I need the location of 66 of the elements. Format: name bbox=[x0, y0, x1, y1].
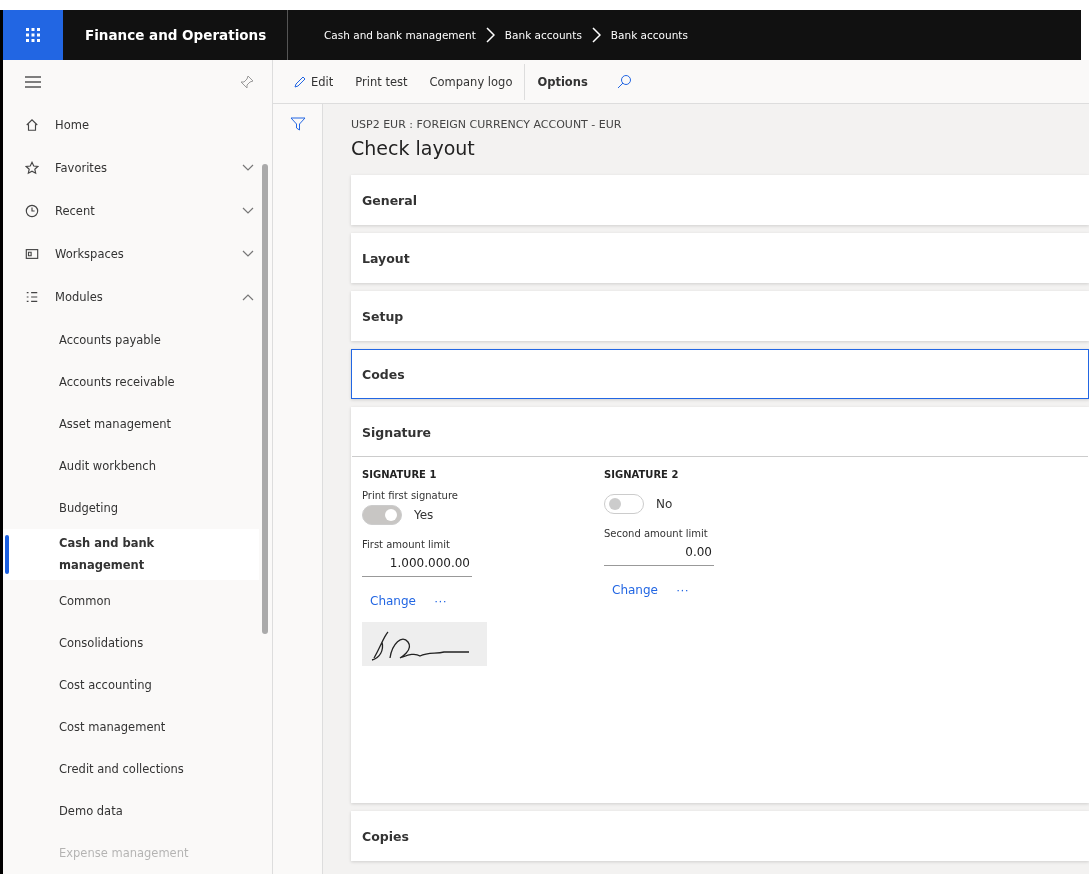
group-heading: SIGNATURE 2 bbox=[604, 469, 679, 480]
toolbar-button[interactable]: Options bbox=[527, 70, 598, 93]
menu-icon[interactable] bbox=[25, 75, 41, 88]
module-link[interactable]: Consolidations bbox=[3, 622, 259, 664]
nav-item[interactable]: Recent bbox=[55, 204, 226, 218]
workspace-icon bbox=[25, 247, 39, 262]
record-subtitle: USP2 EUR : FOREIGN CURRENCY ACCOUNT - EUR bbox=[351, 118, 623, 131]
more-button[interactable]: ··· bbox=[675, 582, 689, 597]
group-heading: SIGNATURE 1 bbox=[362, 469, 437, 480]
chevron-right-icon bbox=[485, 27, 495, 43]
app-launcher-button[interactable] bbox=[3, 10, 63, 60]
toolbar-button[interactable]: Edit bbox=[283, 70, 344, 93]
grid-icon bbox=[26, 28, 40, 42]
pencil-icon bbox=[293, 74, 307, 89]
chevron-down-icon[interactable] bbox=[242, 163, 254, 172]
module-link[interactable]: Demo data bbox=[3, 790, 259, 832]
chevron-up-icon[interactable] bbox=[242, 293, 254, 302]
field-label: Print first signature bbox=[362, 490, 458, 501]
nav-item[interactable]: Home bbox=[55, 117, 254, 132]
module-link[interactable]: Cash and bank management bbox=[3, 528, 259, 580]
module-link[interactable]: Accounts receivable bbox=[3, 360, 259, 403]
scrollbar[interactable] bbox=[262, 164, 268, 634]
module-link[interactable]: Cost management bbox=[3, 706, 259, 748]
toggle-switch[interactable] bbox=[604, 494, 644, 514]
filter-icon[interactable] bbox=[289, 116, 306, 132]
toggle-value: No bbox=[656, 497, 673, 511]
amount-field[interactable]: 0.00 bbox=[604, 539, 714, 566]
section-header[interactable]: Signature bbox=[352, 408, 1088, 456]
nav-item[interactable]: Modules bbox=[55, 290, 226, 305]
nav-item[interactable]: Favorites bbox=[55, 160, 226, 175]
module-link[interactable]: Accounts payable bbox=[3, 318, 259, 361]
amount-field[interactable]: 1.000.000.00 bbox=[362, 550, 472, 577]
section-header[interactable]: Copies bbox=[352, 812, 1088, 860]
module-link[interactable]: Audit workbench bbox=[3, 444, 259, 487]
chevron-down-icon[interactable] bbox=[242, 207, 254, 215]
home-icon bbox=[25, 117, 39, 132]
toolbar-button[interactable]: Company logo bbox=[419, 70, 523, 93]
breadcrumb-link[interactable]: Bank accounts bbox=[504, 29, 582, 41]
pin-icon[interactable] bbox=[240, 74, 254, 89]
field-label: Second amount limit bbox=[604, 528, 708, 539]
breadcrumb-link[interactable]: Cash and bank management bbox=[324, 29, 476, 41]
toggle-switch[interactable] bbox=[362, 505, 402, 525]
toggle-value: Yes bbox=[414, 508, 434, 522]
more-button[interactable]: ··· bbox=[433, 593, 447, 608]
breadcrumb-link[interactable]: Bank accounts bbox=[610, 29, 688, 41]
toolbar-button[interactable]: Print test bbox=[345, 70, 418, 93]
clock-icon bbox=[25, 204, 39, 218]
module-link[interactable]: Common bbox=[3, 580, 259, 622]
star-icon bbox=[25, 160, 39, 175]
chevron-right-icon bbox=[591, 27, 601, 43]
section-header[interactable]: Layout bbox=[352, 234, 1088, 282]
module-link[interactable]: Asset management bbox=[3, 402, 259, 445]
change-link[interactable]: Change bbox=[612, 582, 658, 597]
section-header[interactable]: General bbox=[352, 176, 1088, 224]
module-link[interactable]: Budgeting bbox=[3, 486, 259, 529]
search-icon[interactable] bbox=[615, 73, 632, 90]
field-label: First amount limit bbox=[362, 539, 450, 550]
chevron-down-icon[interactable] bbox=[242, 250, 254, 259]
nav-item[interactable]: Workspaces bbox=[55, 247, 226, 262]
change-link[interactable]: Change bbox=[370, 593, 416, 608]
page-title: Check layout bbox=[351, 137, 476, 159]
module-link[interactable]: Cost accounting bbox=[3, 664, 259, 706]
list-icon bbox=[25, 290, 39, 305]
module-link[interactable]: Credit and collections bbox=[3, 748, 259, 790]
section-header[interactable]: Setup bbox=[352, 292, 1088, 340]
section-header[interactable]: Codes bbox=[352, 350, 1088, 398]
